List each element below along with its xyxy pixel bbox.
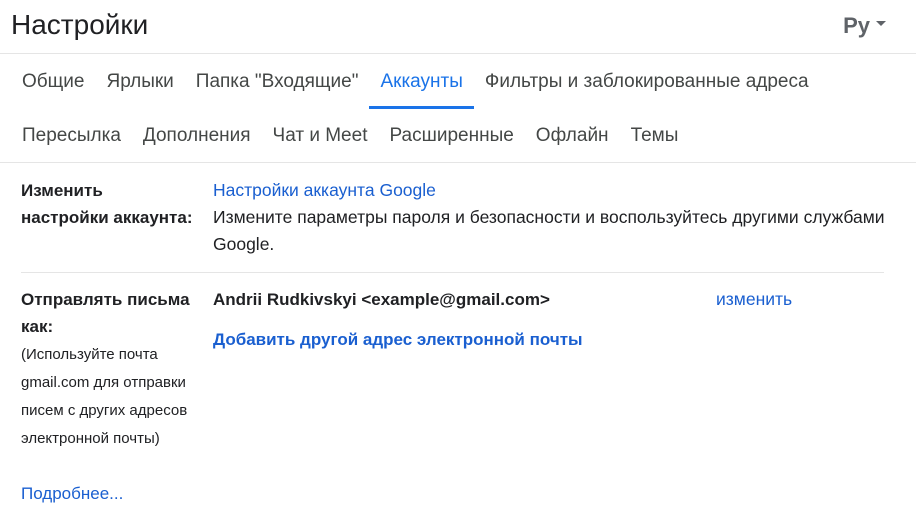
add-email-address-link[interactable]: Добавить другой адрес электронной почты [213, 326, 583, 353]
tab-chat-meet[interactable]: Чат и Meet [262, 109, 379, 163]
language-icon: Ру [843, 13, 870, 38]
send-as-label-line1: Отправлять письма [21, 290, 190, 309]
account-settings-label: Изменить настройки аккаунта: [21, 177, 211, 231]
tab-inbox[interactable]: Папка "Входящие" [185, 55, 370, 109]
learn-more-link[interactable]: Подробнее... [21, 481, 123, 507]
send-as-label-line2: как: [21, 317, 54, 336]
send-as-label: Отправлять письма как: [21, 286, 211, 340]
tabs-row-2: Пересылка Дополнения Чат и Meet Расширен… [0, 109, 916, 163]
google-account-settings-link[interactable]: Настройки аккаунта Google [213, 177, 436, 204]
tab-labels[interactable]: Ярлыки [95, 55, 184, 109]
tab-general[interactable]: Общие [11, 55, 95, 109]
edit-account-link[interactable]: изменить [716, 286, 792, 313]
send-as-hint: (Используйте почта gmail.com для отправк… [21, 346, 188, 447]
settings-header: Настройки Ру [0, 0, 916, 54]
language-picker[interactable]: Ру [843, 14, 886, 38]
tabs-row-1: Общие Ярлыки Папка "Входящие" Аккаунты Ф… [0, 55, 916, 109]
tab-accounts[interactable]: Аккаунты [369, 55, 475, 109]
account-settings-label-line1: Изменить [21, 181, 103, 200]
tab-themes[interactable]: Темы [620, 109, 690, 163]
tab-offline[interactable]: Офлайн [525, 109, 620, 163]
page-title: Настройки [11, 9, 149, 40]
send-as-account: Andrii Rudkivskyi <example@gmail.com> [213, 290, 550, 309]
tab-forwarding[interactable]: Пересылка [11, 109, 132, 163]
settings-page: Настройки Ру Общие Ярлыки Папка "Входящи… [0, 0, 916, 520]
section-divider [21, 272, 884, 273]
tab-advanced[interactable]: Расширенные [378, 109, 524, 163]
tab-addons[interactable]: Дополнения [132, 109, 262, 163]
account-settings-label-line2: настройки аккаунта: [21, 208, 193, 227]
tab-filters[interactable]: Фильтры и заблокированные адреса [474, 55, 820, 109]
chevron-down-icon [876, 20, 886, 26]
account-settings-description: Измените параметры пароля и безопасности… [213, 207, 885, 254]
